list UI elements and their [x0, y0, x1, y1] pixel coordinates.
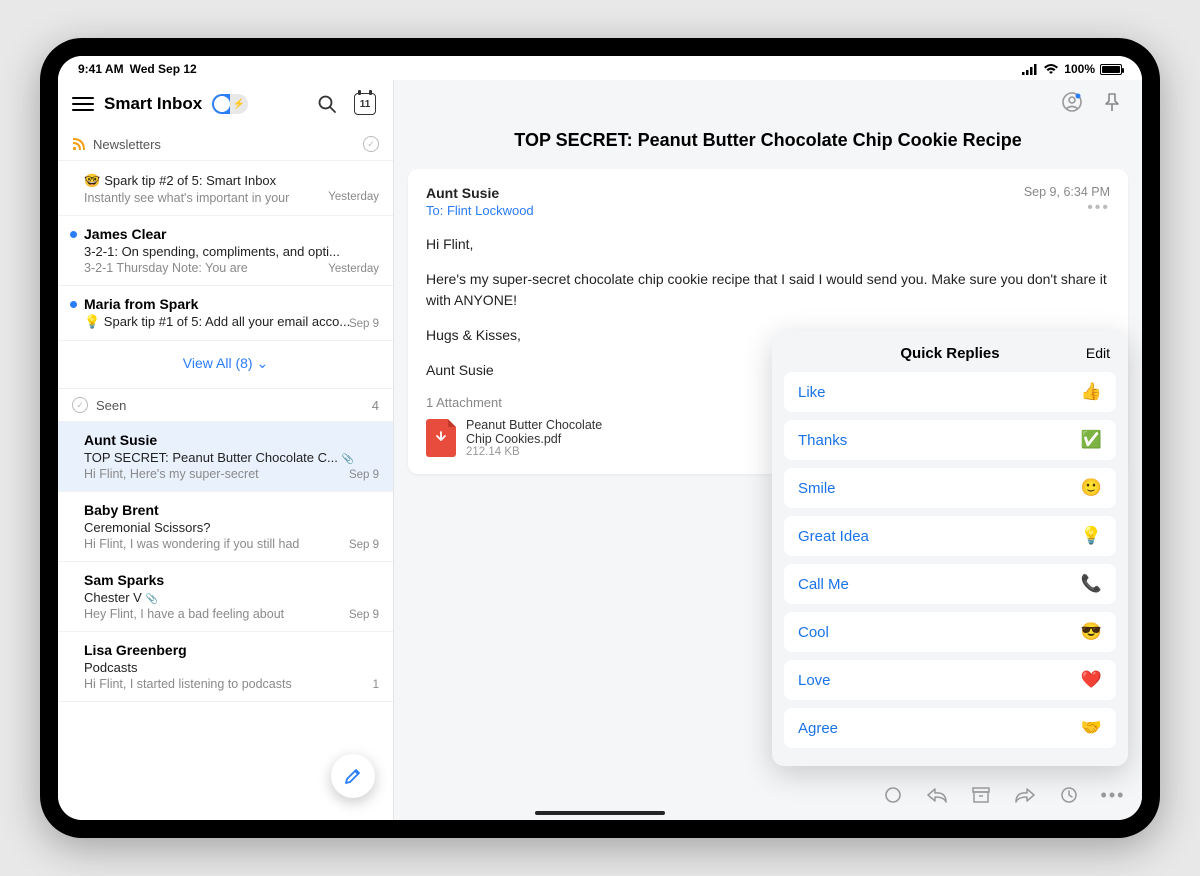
view-all-button[interactable]: View All (8) ⌄ [58, 341, 393, 389]
thumbs-up-icon: 👍 [1081, 382, 1102, 402]
pin-button[interactable] [1100, 90, 1124, 114]
section-seen[interactable]: ✓ Seen 4 [58, 389, 393, 422]
mail-subject: Ceremonial Scissors? [84, 520, 379, 535]
mail-sender: James Clear [84, 226, 379, 242]
status-date: Wed Sep 12 [130, 62, 197, 76]
quick-reply-agree[interactable]: Agree🤝 [784, 708, 1116, 748]
message-from: Aunt Susie [426, 185, 534, 201]
screen: 9:41 AM Wed Sep 12 100% Smart Inbox [58, 56, 1142, 820]
sunglasses-icon: 😎 [1081, 622, 1102, 642]
quick-replies-panel: Quick Replies Edit Like👍 Thanks✅ Smile🙂 … [772, 331, 1128, 766]
ipad-frame: 9:41 AM Wed Sep 12 100% Smart Inbox [40, 38, 1160, 838]
mail-date: Sep 9 [349, 469, 379, 481]
smile-icon: 🙂 [1081, 478, 1102, 498]
message-subject: TOP SECRET: Peanut Butter Chocolate Chip… [394, 124, 1142, 169]
section-newsletters-label: Newsletters [93, 137, 161, 152]
mail-item[interactable]: Lisa Greenberg Podcasts Hi Flint, I star… [58, 632, 393, 702]
reading-pane: TOP SECRET: Peanut Butter Chocolate Chip… [394, 80, 1142, 820]
section-seen-label: Seen [96, 398, 126, 413]
section-newsletters[interactable]: Newsletters ✓ [58, 128, 393, 161]
quick-reply-love[interactable]: Love❤️ [784, 660, 1116, 700]
snooze-button[interactable] [1058, 784, 1080, 806]
mail-sender: Aunt Susie [84, 432, 379, 448]
inbox-title: Smart Inbox [104, 94, 202, 114]
mail-date: Sep 9 [349, 539, 379, 551]
menu-button[interactable] [72, 93, 94, 115]
message-more-button[interactable]: ••• [1024, 199, 1110, 217]
chevron-down-icon: ⌄ [256, 355, 268, 371]
mail-subject: Podcasts [84, 660, 379, 675]
battery-icon [1100, 64, 1122, 75]
quick-reply-great-idea[interactable]: Great Idea💡 [784, 516, 1116, 556]
quick-reply-cool[interactable]: Cool😎 [784, 612, 1116, 652]
message-to[interactable]: To: Flint Lockwood [426, 203, 534, 218]
heart-icon: ❤️ [1081, 670, 1102, 690]
archive-button[interactable] [970, 784, 992, 806]
status-time: 9:41 AM [78, 62, 124, 76]
more-actions-button[interactable]: ••• [1102, 784, 1124, 806]
emoji-icon: 🤓 [84, 173, 100, 188]
reply-button[interactable] [926, 784, 948, 806]
attachment-icon: 📎 [342, 454, 354, 465]
quick-reply-call-me[interactable]: Call Me📞 [784, 564, 1116, 604]
lightbulb-icon: 💡 [1081, 526, 1102, 546]
mail-item[interactable]: James Clear 3-2-1: On spending, complime… [58, 216, 393, 286]
unread-dot [70, 301, 77, 308]
mail-date: Sep 9 [349, 609, 379, 621]
mail-subject: 💡 Spark tip #1 of 5: Add all your email … [84, 314, 379, 330]
mail-preview: Hi Flint, Here's my super-secret [84, 467, 379, 481]
pdf-icon [426, 419, 456, 457]
calendar-button[interactable]: 11 [351, 90, 379, 118]
mail-preview: Hi Flint, I was wondering if you still h… [84, 537, 379, 551]
mail-sender: Sam Sparks [84, 572, 379, 588]
email-list-pane: Smart Inbox ⚡ 11 Newsletters [58, 80, 394, 820]
rss-icon [72, 138, 85, 151]
mail-date: 1 [373, 679, 379, 691]
mail-subject: 3-2-1: On spending, compliments, and opt… [84, 244, 379, 259]
search-button[interactable] [313, 90, 341, 118]
seen-icon: ✓ [72, 397, 88, 413]
compose-button[interactable] [331, 754, 375, 798]
mail-item[interactable]: 🤓Spark tip #2 of 5: Smart Inbox Instantl… [58, 161, 393, 216]
message-toolbar: ••• [882, 784, 1124, 806]
mail-preview: Hey Flint, I have a bad feeling about [84, 607, 379, 621]
wifi-icon [1043, 63, 1059, 75]
quick-reply-thanks[interactable]: Thanks✅ [784, 420, 1116, 460]
unread-dot [70, 231, 77, 238]
phone-icon: 📞 [1081, 574, 1102, 594]
attachment-name: Peanut Butter Chocolate Chip Cookies.pdf [466, 418, 616, 446]
mail-date: Yesterday [328, 191, 379, 203]
home-indicator[interactable] [535, 811, 665, 815]
mail-date: Yesterday [328, 263, 379, 275]
mail-item[interactable]: Sam Sparks Chester V 📎 Hey Flint, I have … [58, 562, 393, 632]
profile-button[interactable] [1060, 90, 1084, 114]
quick-replies-edit-button[interactable]: Edit [1086, 345, 1110, 361]
mark-unread-button[interactable] [882, 784, 904, 806]
mail-item[interactable]: Baby Brent Ceremonial Scissors? Hi Flint… [58, 492, 393, 562]
forward-button[interactable] [1014, 784, 1036, 806]
attachment-size: 212.14 KB [466, 446, 616, 458]
quick-reply-like[interactable]: Like👍 [784, 372, 1116, 412]
mail-item-selected[interactable]: Aunt Susie TOP SECRET: Peanut Butter Cho… [58, 422, 393, 492]
message-date: Sep 9, 6:34 PM [1024, 185, 1110, 199]
mail-item[interactable]: Maria from Spark 💡 Spark tip #1 of 5: Ad… [58, 286, 393, 341]
status-bar: 9:41 AM Wed Sep 12 100% [58, 56, 1142, 80]
check-icon: ✅ [1081, 430, 1102, 450]
mail-sender: Maria from Spark [84, 296, 379, 312]
mail-subject: TOP SECRET: Peanut Butter Chocolate C... [84, 450, 338, 465]
attachment-icon: 📎 [146, 594, 158, 605]
mail-sender: Lisa Greenberg [84, 642, 379, 658]
seen-count: 4 [372, 398, 379, 413]
quick-replies-title: Quick Replies [790, 345, 1110, 362]
mark-read-icon[interactable]: ✓ [363, 136, 379, 152]
handshake-icon: 🤝 [1081, 718, 1102, 738]
signal-icon [1022, 64, 1038, 75]
mail-sender: Baby Brent [84, 502, 379, 518]
mail-subject: Chester V [84, 590, 142, 605]
battery-percent: 100% [1064, 62, 1095, 76]
quick-reply-smile[interactable]: Smile🙂 [784, 468, 1116, 508]
mail-date: Sep 9 [349, 318, 379, 330]
smart-inbox-toggle[interactable]: ⚡ [212, 94, 248, 114]
mail-preview: Hi Flint, I started listening to podcast… [84, 677, 379, 691]
